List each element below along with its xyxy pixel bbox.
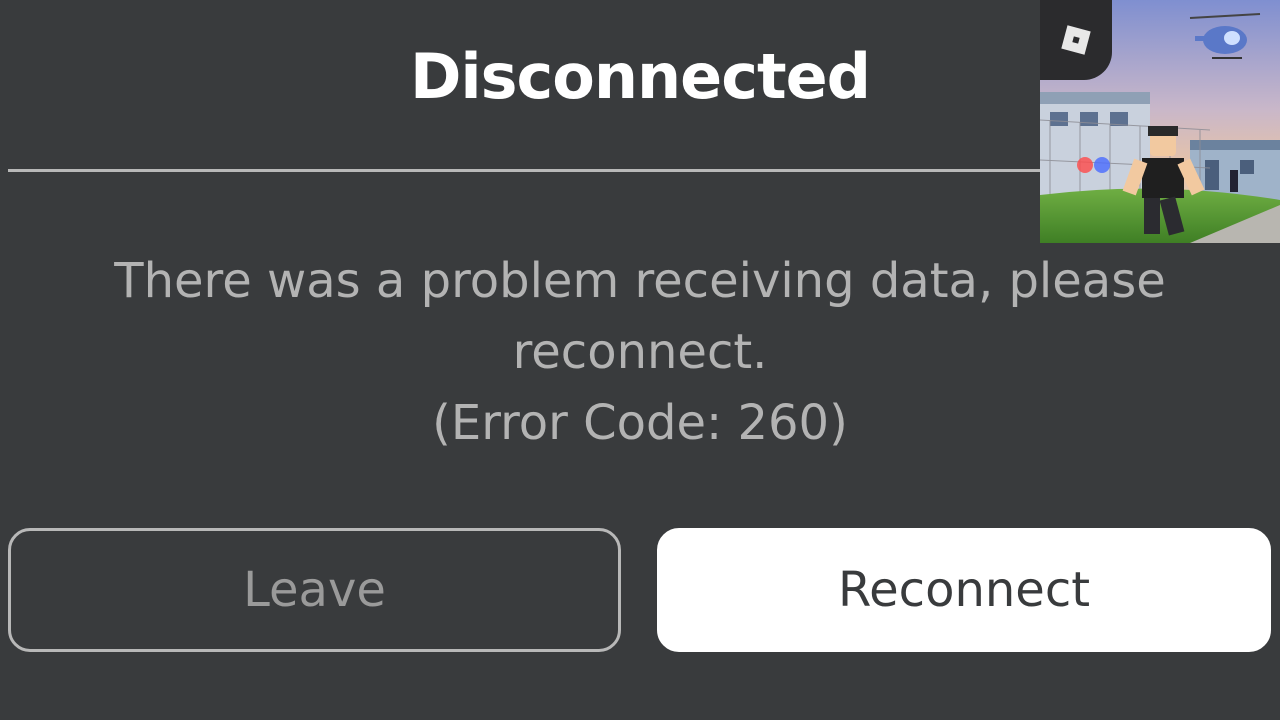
error-code: (Error Code: 260) — [432, 395, 848, 451]
disconnect-dialog: Disconnected There was a problem receivi… — [0, 0, 1280, 720]
error-message: There was a problem receiving data, plea… — [0, 246, 1280, 459]
leave-button-label: Leave — [243, 562, 386, 618]
reconnect-button-label: Reconnect — [837, 562, 1091, 618]
leave-button[interactable]: Leave — [8, 528, 621, 652]
error-message-line-1: There was a problem receiving data, plea… — [114, 253, 1166, 309]
reconnect-button[interactable]: Reconnect — [657, 528, 1271, 652]
title-divider — [8, 169, 1048, 172]
error-message-line-2: reconnect. — [512, 324, 768, 380]
